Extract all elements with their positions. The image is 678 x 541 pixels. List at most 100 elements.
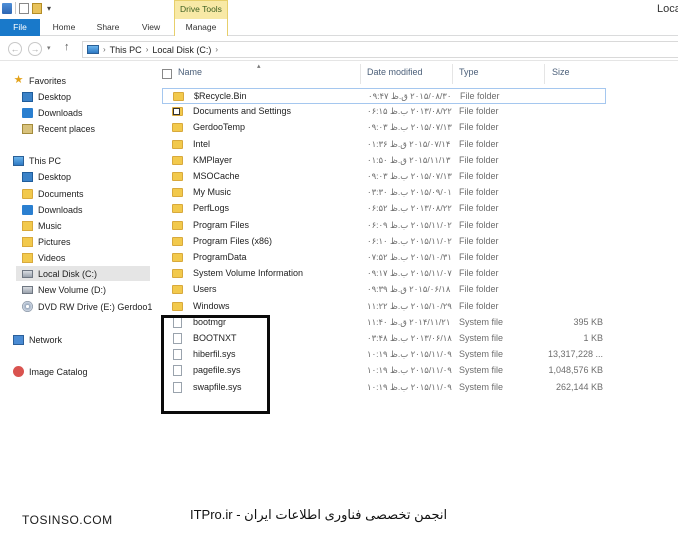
column-header-size[interactable]: Size <box>552 67 570 77</box>
properties-icon[interactable] <box>19 2 29 14</box>
file-name: PerfLogs <box>193 203 230 214</box>
breadcrumb-separator-icon[interactable]: › <box>103 45 106 54</box>
new-folder-icon[interactable] <box>32 2 42 14</box>
file-type: File folder <box>459 187 499 198</box>
tab-view[interactable]: View <box>133 19 169 36</box>
file-date-modified: ۲۰۱۵/۱۱/۰۹ ب.ظ ۱۰:۱۹ <box>367 349 452 360</box>
table-row[interactable]: $Recycle.Bin ۲۰۱۵/۰۸/۳۰ ق.ظ ۰۹:۴۷ File fol… <box>162 88 606 104</box>
table-row[interactable]: Intel ۲۰۱۵/۰۷/۱۴ ق.ظ ۰۱:۳۶ File folder <box>162 137 606 153</box>
file-date-modified: ۲۰۱۳/۰۶/۱۸ ب.ظ ۰۳:۴۸ <box>367 333 452 343</box>
file-date-modified: ۲۰۱۵/۰۷/۱۳ ب.ظ ۰۹:۰۳ <box>367 171 452 181</box>
table-row[interactable]: Windows ۲۰۱۵/۱۰/۲۹ ب.ظ ۱۱:۲۲ File folder <box>162 299 606 315</box>
folder-shortcut-icon <box>172 107 183 117</box>
column-divider[interactable] <box>544 64 545 84</box>
file-type: File folder <box>459 219 499 230</box>
file-name: Documents and Settings <box>193 106 292 117</box>
table-row[interactable]: MSOCache ۲۰۱۵/۰۷/۱۳ ب.ظ ۰۹:۰۳ File folder <box>162 169 606 185</box>
file-type: File folder <box>459 268 499 279</box>
desktop-icon <box>22 171 33 182</box>
nav-favorites-recent-places[interactable]: Recent places <box>22 121 95 136</box>
nav-pc-music[interactable]: Music <box>22 218 62 233</box>
table-row[interactable]: PerfLogs ۲۰۱۳/۰۸/۲۲ ب.ظ ۰۶:۵۲ File folder <box>162 201 606 217</box>
this-pc-icon <box>13 155 24 166</box>
table-row[interactable]: Users ۲۰۱۵/۰۶/۱۸ ق.ظ ۰۹:۳۹ File folder <box>162 282 606 298</box>
table-row[interactable]: Program Files (x86) ۲۰۱۵/۱۱/۰۲ ب.ظ ۰۶:۱۰ F… <box>162 234 606 250</box>
title-bar: ▾ Drive Tools Loca <box>0 0 678 19</box>
sort-ascending-icon: ▴ <box>257 63 261 70</box>
downloads-icon <box>22 107 33 118</box>
column-header-date-modified[interactable]: Date modified <box>367 67 423 77</box>
customize-toolbar-icon[interactable]: ▾ <box>45 3 53 14</box>
column-divider[interactable] <box>360 64 361 84</box>
column-header-name[interactable]: Name <box>178 67 202 77</box>
file-date-modified: ۲۰۱۵/۰۷/۱۳ ب.ظ ۰۹:۰۳ <box>367 122 452 133</box>
forward-arrow-icon[interactable]: → <box>28 42 42 56</box>
nav-item-label: Downloads <box>38 107 83 118</box>
table-row[interactable]: My Music ۲۰۱۵/۰۹/۰۱ ب.ظ ۰۳:۳۰ File folder <box>162 185 606 201</box>
favorites-star-icon: ★ <box>13 73 24 86</box>
table-row[interactable]: ProgramData ۲۰۱۵/۱۰/۳۱ ب.ظ ۰۷:۵۲ File fold… <box>162 250 606 266</box>
folder-icon <box>172 188 183 198</box>
file-date-modified: ۲۰۱۵/۰۸/۳۰ ق.ظ ۰۹:۴۷ <box>368 91 452 101</box>
nav-favorites-desktop[interactable]: Desktop <box>22 89 71 104</box>
file-type: File folder <box>459 203 499 214</box>
nav-pc-videos[interactable]: Videos <box>22 250 65 265</box>
breadcrumb-separator-icon[interactable]: › <box>215 45 218 54</box>
select-all-checkbox[interactable] <box>162 69 172 79</box>
file-date-modified: ۲۰۱۵/۰۷/۱۴ ق.ظ ۰۱:۳۶ <box>367 138 451 149</box>
breadcrumb-local-disk[interactable]: Local Disk (C:) <box>152 45 211 55</box>
nav-favorites-downloads[interactable]: Downloads <box>22 105 83 120</box>
file-type: File folder <box>459 284 499 295</box>
dvd-drive-icon <box>22 301 33 312</box>
folder-icon <box>172 236 183 246</box>
nav-item-label: Music <box>38 220 62 231</box>
nav-item-label: Pictures <box>38 236 71 247</box>
file-date-modified: ۲۰۱۵/۰۹/۰۱ ب.ظ ۰۳:۳۰ <box>367 187 452 198</box>
breadcrumb-this-pc[interactable]: This PC <box>110 45 142 55</box>
table-row[interactable]: GerdooTemp ۲۰۱۵/۰۷/۱۳ ب.ظ ۰۹:۰۳ File folde… <box>162 120 606 136</box>
up-arrow-icon[interactable]: ↑ <box>64 41 70 53</box>
folder-icon <box>172 172 183 181</box>
nav-item-label: Desktop <box>38 91 72 102</box>
table-row[interactable]: KMPlayer ۲۰۱۵/۱۱/۱۳ ق.ظ ۰۱:۵۰ File folder <box>162 153 606 169</box>
nav-pc-documents[interactable]: Documents <box>22 186 84 201</box>
nav-pc-dvd-drive[interactable]: DVD RW Drive (E:) Gerdoo18 <box>22 299 152 314</box>
pictures-icon <box>22 236 33 247</box>
nav-this-pc[interactable]: This PC <box>13 153 61 168</box>
nav-item-label: Local Disk (C:) <box>38 268 98 279</box>
file-date-modified: ۲۰۱۳/۰۸/۲۲ ب.ظ ۰۶:۵۲ <box>367 203 452 214</box>
file-name: My Music <box>193 187 231 198</box>
column-divider[interactable] <box>452 64 453 84</box>
recent-locations-chevron-icon[interactable]: ▾ <box>47 44 51 52</box>
nav-pc-desktop[interactable]: Desktop <box>22 169 71 184</box>
ribbon-tabs: File Home Share View Manage <box>0 19 678 36</box>
tab-share[interactable]: Share <box>88 19 128 36</box>
file-size: 1,048,576 KB <box>548 365 603 376</box>
table-row[interactable]: Documents and Settings ۲۰۱۳/۰۸/۲۲ ب.ظ ۰۶:… <box>162 104 606 120</box>
file-type: File folder <box>459 106 499 117</box>
explorer-window-icon[interactable] <box>2 2 12 14</box>
nav-network[interactable]: Network <box>13 332 62 347</box>
tab-home[interactable]: Home <box>44 19 84 36</box>
back-arrow-icon[interactable]: ← <box>8 42 22 56</box>
tab-manage[interactable]: Manage <box>174 19 228 36</box>
file-name: Intel <box>193 138 211 149</box>
nav-pc-local-disk[interactable]: Local Disk (C:) <box>16 266 150 281</box>
address-bar[interactable]: › This PC › Local Disk (C:) › <box>82 41 678 58</box>
table-row[interactable]: System Volume Information ۲۰۱۵/۱۱/۰۷ ب.ظ … <box>162 266 606 282</box>
nav-pc-pictures[interactable]: Pictures <box>22 234 71 249</box>
nav-item-label: Documents <box>38 188 84 199</box>
table-row[interactable]: Program Files ۲۰۱۵/۱۱/۰۲ ب.ظ ۰۶:۰۹ File fo… <box>162 218 606 234</box>
column-header-type[interactable]: Type <box>459 67 479 77</box>
nav-favorites[interactable]: ★ Favorites <box>13 73 66 88</box>
nav-item-label: DVD RW Drive (E:) Gerdoo18 <box>38 301 152 312</box>
file-type: System file <box>459 316 504 327</box>
nav-pc-downloads[interactable]: Downloads <box>22 202 83 217</box>
nav-image-catalog[interactable]: Image Catalog <box>13 364 88 379</box>
breadcrumb-separator-icon[interactable]: › <box>146 45 149 54</box>
nav-pc-new-volume[interactable]: New Volume (D:) <box>22 282 106 297</box>
navigation-pane: ★ Favorites Desktop Downloads Recent pla… <box>0 62 153 502</box>
folder-icon <box>172 139 183 149</box>
tab-file[interactable]: File <box>0 19 40 36</box>
file-type: File folder <box>459 122 499 133</box>
